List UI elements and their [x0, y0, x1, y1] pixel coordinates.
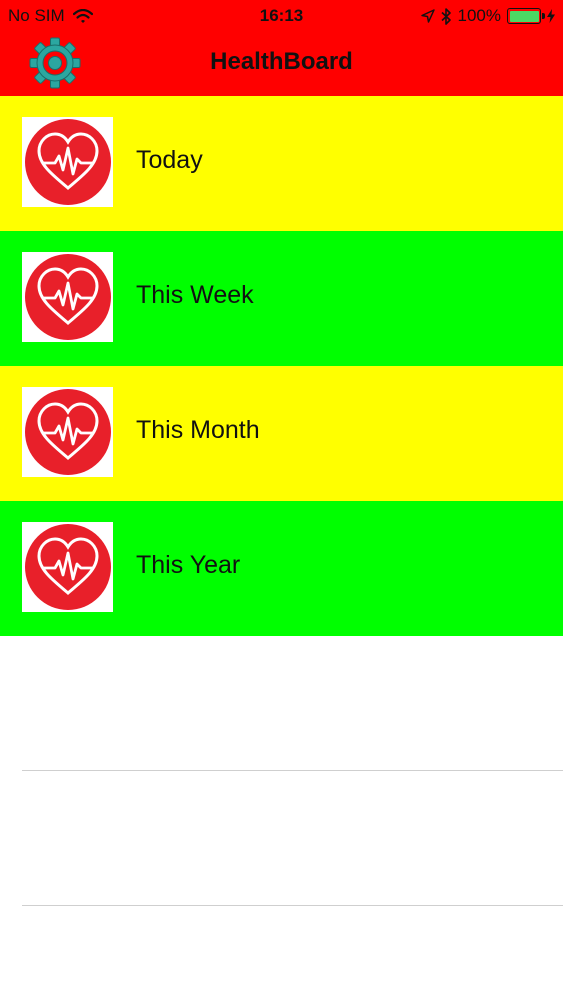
bluetooth-icon — [440, 7, 452, 25]
heart-pulse-icon — [24, 119, 111, 205]
row-separator — [22, 905, 563, 906]
status-bar: No SIM 16:13 100% — [0, 0, 563, 32]
battery-fill — [509, 10, 539, 22]
heart-pulse-icon — [24, 524, 111, 610]
period-list: Today This Week This Month This Year — [0, 96, 563, 906]
empty-row — [0, 771, 563, 906]
row-label: This Month — [136, 416, 260, 444]
heart-pulse-icon — [24, 254, 111, 340]
list-item-this-week[interactable]: This Week — [0, 231, 563, 366]
battery-percent: 100% — [457, 6, 501, 25]
list-item-this-year[interactable]: This Year — [0, 501, 563, 636]
status-right: 100% — [420, 6, 555, 26]
navigation-bar: HealthBoard — [0, 32, 563, 96]
row-thumbnail — [22, 387, 113, 477]
row-thumbnail — [22, 522, 113, 612]
row-thumbnail — [22, 117, 113, 207]
list-item-today[interactable]: Today — [0, 96, 563, 231]
row-label: Today — [136, 146, 203, 174]
row-label: This Year — [136, 551, 241, 579]
empty-row — [0, 636, 563, 771]
location-arrow-icon — [420, 9, 435, 23]
list-item-this-month[interactable]: This Month — [0, 366, 563, 501]
charging-bolt-icon — [547, 9, 555, 23]
header: No SIM 16:13 100% HealthBoard — [0, 0, 563, 96]
row-label: This Week — [136, 281, 254, 309]
row-thumbnail — [22, 252, 113, 342]
page-title: HealthBoard — [210, 48, 353, 75]
heart-pulse-icon — [24, 389, 111, 475]
battery-icon — [507, 8, 545, 24]
app-screen: No SIM 16:13 100% HealthBoard Today This… — [0, 0, 563, 1000]
